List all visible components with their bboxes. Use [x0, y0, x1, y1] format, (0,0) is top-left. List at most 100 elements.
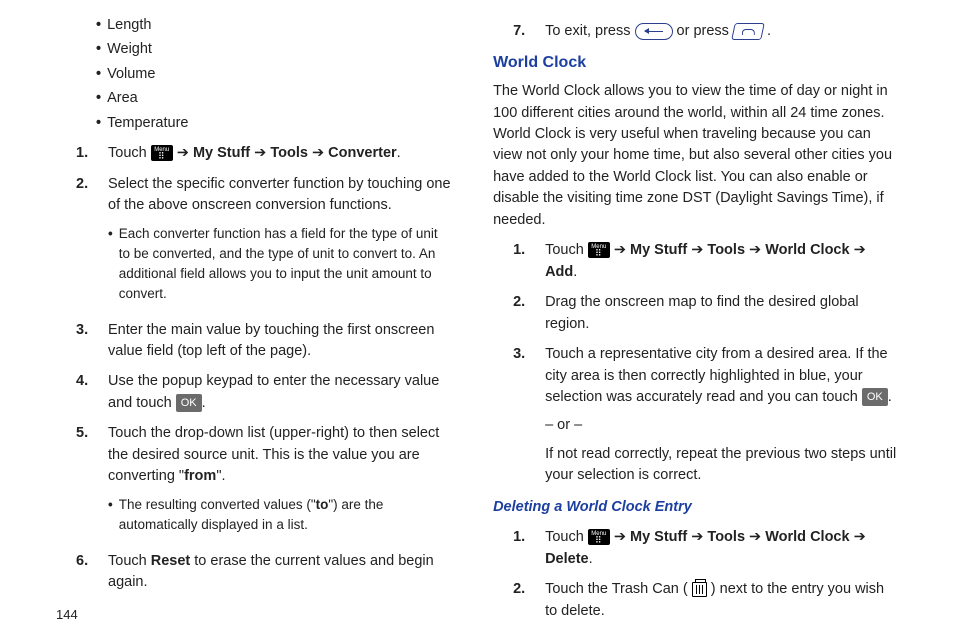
- sub-text: The resulting converted values ("to") ar…: [119, 495, 451, 535]
- step-number: 5.: [76, 423, 94, 541]
- path-part: My Stuff: [630, 242, 687, 258]
- back-button-icon: [635, 23, 673, 40]
- step-3: 3. Enter the main value by touching the …: [76, 320, 451, 363]
- step-text: .: [767, 23, 771, 39]
- bullet-text: Area: [107, 88, 138, 109]
- list-item: • Temperature: [96, 113, 451, 134]
- path-part: World Clock: [765, 529, 849, 545]
- step-number: 1.: [76, 143, 94, 164]
- step-content: Enter the main value by touching the fir…: [108, 320, 451, 363]
- right-column: 7. To exit, press or press . World Clock…: [493, 12, 898, 631]
- bold-word: from: [184, 468, 216, 484]
- world-clock-heading: World Clock: [493, 51, 898, 75]
- arrow-icon: ➔: [691, 529, 703, 545]
- del-step-2: 2. Touch the Trash Can ( ) next to the e…: [513, 579, 898, 622]
- path-part: Add: [545, 264, 573, 280]
- path-part: Tools: [707, 529, 745, 545]
- path-part: Delete: [545, 551, 589, 567]
- step-number: 2.: [513, 292, 531, 335]
- step-text: Touch: [545, 529, 588, 545]
- bullet-dot: •: [96, 39, 101, 60]
- step-number: 2.: [76, 174, 94, 311]
- path-part: Converter: [328, 145, 397, 161]
- step-text: .: [888, 389, 892, 405]
- step-text: Drag the onscreen map to find the desire…: [545, 294, 859, 331]
- step-number: 1.: [513, 527, 531, 570]
- step-content: Drag the onscreen map to find the desire…: [545, 292, 898, 335]
- arrow-icon: ➔: [854, 242, 866, 258]
- bullet-dot: •: [96, 64, 101, 85]
- step-text: or press: [677, 23, 733, 39]
- step-text: .: [202, 395, 206, 411]
- or-text: – or –: [545, 415, 898, 436]
- wc-step-3: 3. Touch a representative city from a de…: [513, 344, 898, 487]
- step-content: Touch the Trash Can ( ) next to the entr…: [545, 579, 898, 622]
- step-text: Use the popup keypad to enter the necess…: [108, 373, 439, 410]
- step-content: Touch Menu⠿ ➔ My Stuff ➔ Tools ➔ World C…: [545, 240, 898, 283]
- arrow-icon: ➔: [614, 529, 626, 545]
- step-number: 3.: [513, 344, 531, 487]
- path-part: My Stuff: [193, 145, 250, 161]
- arrow-icon: ➔: [254, 145, 266, 161]
- step-number: 6.: [76, 551, 94, 594]
- step-content: Touch Menu⠿ ➔ My Stuff ➔ Tools ➔ Convert…: [108, 143, 451, 164]
- wc-step-2: 2. Drag the onscreen map to find the des…: [513, 292, 898, 335]
- bullet-dot: •: [96, 88, 101, 109]
- step-2: 2. Select the specific converter functio…: [76, 174, 451, 311]
- bullet-text: Volume: [107, 64, 155, 85]
- bullet-dot: •: [108, 495, 113, 535]
- step-4: 4. Use the popup keypad to enter the nec…: [76, 371, 451, 414]
- step-content: Touch Reset to erase the current values …: [108, 551, 451, 594]
- step-text: Select the specific converter function b…: [108, 176, 451, 213]
- step-text: Touch a representative city from a desir…: [545, 346, 888, 405]
- step-number: 2.: [513, 579, 531, 622]
- bullet-dot: •: [96, 113, 101, 134]
- menu-icon: Menu⠿: [588, 242, 610, 258]
- bullet-text: Temperature: [107, 113, 188, 134]
- bullet-dot: •: [108, 224, 113, 304]
- arrow-icon: ➔: [749, 242, 761, 258]
- step-text: To exit, press: [545, 23, 634, 39]
- unit-bullet-list: •Length •Weight •Volume •Area •Temperatu…: [56, 15, 451, 134]
- sub-text: Each converter function has a field for …: [119, 224, 451, 304]
- step-text: Touch: [108, 553, 151, 569]
- ok-badge-icon: OK: [176, 394, 202, 412]
- bullet-text: Weight: [107, 39, 152, 60]
- step-number: 4.: [76, 371, 94, 414]
- step-text: Touch: [545, 242, 588, 258]
- arrow-icon: ➔: [312, 145, 324, 161]
- bold-word: Reset: [151, 553, 191, 569]
- step-text: Touch: [108, 145, 151, 161]
- trash-icon: [692, 582, 707, 597]
- arrow-icon: ➔: [177, 145, 189, 161]
- list-item: • Weight: [96, 39, 451, 60]
- list-item: • Area: [96, 88, 451, 109]
- wc-step-1: 1. Touch Menu⠿ ➔ My Stuff ➔ Tools ➔ Worl…: [513, 240, 898, 283]
- menu-icon: Menu⠿: [151, 145, 173, 161]
- step-text: Enter the main value by touching the fir…: [108, 322, 434, 359]
- step-7: 7. To exit, press or press .: [513, 21, 898, 42]
- step-number: 3.: [76, 320, 94, 363]
- step-6: 6. Touch Reset to erase the current valu…: [76, 551, 451, 594]
- bullet-dot: •: [96, 15, 101, 36]
- path-part: Tools: [707, 242, 745, 258]
- path-part: My Stuff: [630, 529, 687, 545]
- page-columns: •Length •Weight •Volume •Area •Temperatu…: [56, 12, 898, 631]
- arrow-icon: ➔: [854, 529, 866, 545]
- menu-icon: Menu⠿: [588, 529, 610, 545]
- step-text: If not read correctly, repeat the previo…: [545, 444, 898, 487]
- arrow-icon: ➔: [749, 529, 761, 545]
- step-number: 1.: [513, 240, 531, 283]
- end-call-button-icon: [731, 23, 765, 40]
- step-content: Touch Menu⠿ ➔ My Stuff ➔ Tools ➔ World C…: [545, 527, 898, 570]
- list-item: • Volume: [96, 64, 451, 85]
- step-number: 7.: [513, 21, 531, 42]
- sub-bullet: • The resulting converted values ("to") …: [108, 495, 451, 535]
- step-text: ".: [216, 468, 225, 484]
- step-5: 5. Touch the drop-down list (upper-right…: [76, 423, 451, 541]
- step-text: Touch the Trash Can (: [545, 581, 688, 597]
- step-1: 1. Touch Menu⠿ ➔ My Stuff ➔ Tools ➔ Conv…: [76, 143, 451, 164]
- path-part: World Clock: [765, 242, 849, 258]
- step-content: Touch the drop-down list (upper-right) t…: [108, 423, 451, 541]
- arrow-icon: ➔: [614, 242, 626, 258]
